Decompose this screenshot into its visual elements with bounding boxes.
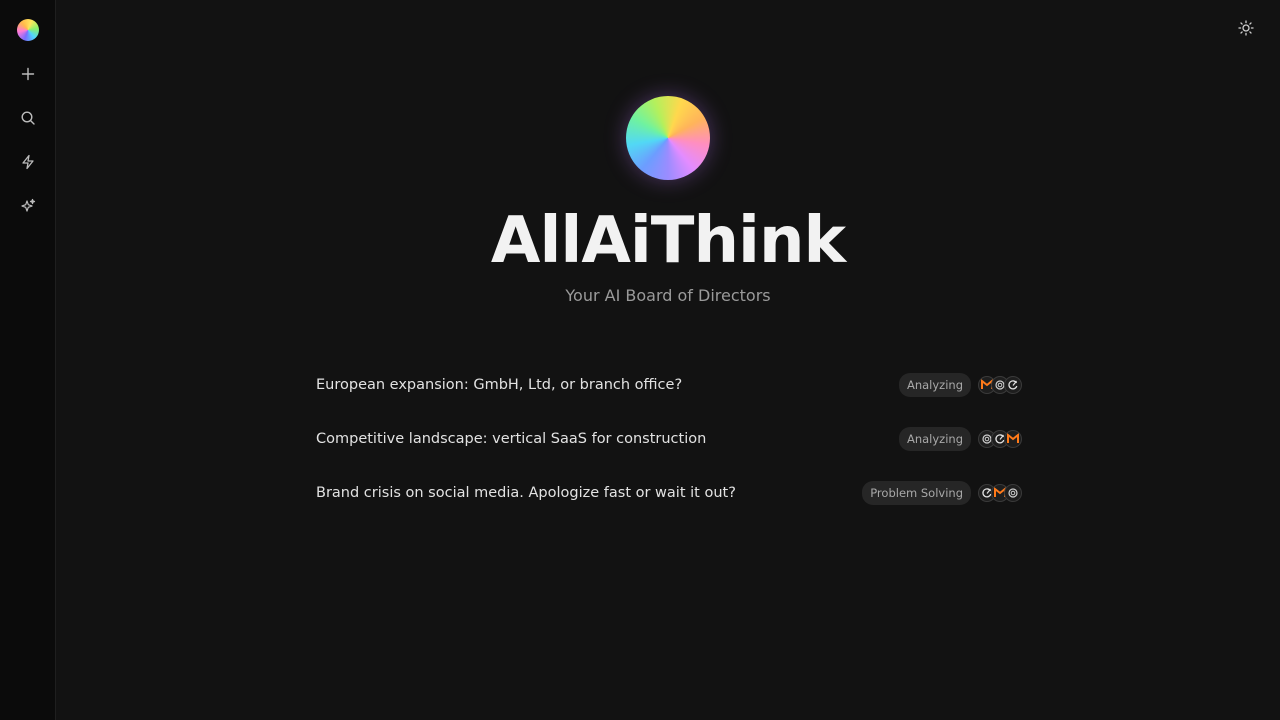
plus-icon [21, 67, 35, 81]
model-avatars [978, 484, 1022, 502]
suggestion-item[interactable]: European expansion: GmbH, Ltd, or branch… [316, 358, 1022, 412]
search-icon [21, 111, 35, 125]
allaithink-logo[interactable] [17, 19, 39, 41]
claude-icon [1004, 484, 1022, 502]
status-badge: Analyzing [898, 373, 971, 397]
quick-button[interactable] [14, 148, 42, 176]
page-subtitle: Your AI Board of Directors [565, 286, 771, 305]
theme-toggle-button[interactable] [1234, 16, 1258, 40]
suggestion-item[interactable]: Brand crisis on social media. Apologize … [316, 466, 1022, 520]
sidebar [0, 0, 56, 720]
suggestion-list: European expansion: GmbH, Ltd, or branch… [316, 358, 1022, 520]
suggestion-text: Brand crisis on social media. Apologize … [316, 485, 736, 501]
model-avatars [978, 376, 1022, 394]
sun-icon [1238, 20, 1254, 36]
status-badge: Problem Solving [862, 481, 971, 505]
mistral-icon [1004, 430, 1022, 448]
hero-logo-orb [626, 96, 710, 180]
suggestion-item[interactable]: Competitive landscape: vertical SaaS for… [316, 412, 1022, 466]
new-chat-button[interactable] [14, 60, 42, 88]
suggestion-text: European expansion: GmbH, Ltd, or branch… [316, 377, 683, 393]
model-avatars [978, 430, 1022, 448]
lightning-icon [22, 154, 34, 170]
suggestion-text: Competitive landscape: vertical SaaS for… [316, 431, 707, 447]
openai-icon [1004, 376, 1022, 394]
search-button[interactable] [14, 104, 42, 132]
page-title: AllAiThink [490, 204, 846, 278]
status-badge: Analyzing [898, 427, 971, 451]
